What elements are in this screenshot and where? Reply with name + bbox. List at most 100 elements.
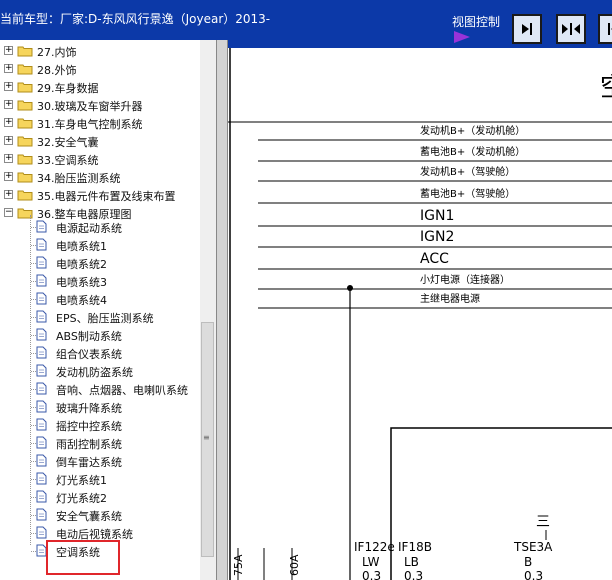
expand-icon[interactable]: + [4, 118, 13, 127]
folder-icon [17, 190, 33, 201]
tree-folder-item[interactable]: +27.内饰 [0, 42, 216, 60]
view-split-button[interactable] [556, 14, 586, 44]
tree-connector [31, 317, 36, 318]
tree-connector [31, 425, 36, 426]
folder-icon [17, 172, 33, 183]
document-icon [36, 454, 47, 467]
view-next-button[interactable] [512, 14, 542, 44]
ground-mark: 三 [536, 514, 550, 530]
fuse-value: LW [362, 555, 380, 569]
tree-connector [31, 353, 36, 354]
tree-folder-item[interactable]: +34.胎压监测系统 [0, 168, 216, 186]
tree-item-label: 27.内饰 [37, 46, 77, 59]
rail-label: ACC [420, 251, 449, 267]
tree-item-label: 29.车身数据 [37, 82, 99, 95]
tree-connector [31, 497, 36, 498]
tree-item-label: 电喷系统2 [56, 258, 107, 271]
tree-folder-item[interactable]: +28.外饰 [0, 60, 216, 78]
rail-label: 蓄电池B+（发动机舱） [420, 145, 525, 158]
tree-connector [31, 515, 36, 516]
arrow-left-bar-icon [608, 23, 612, 35]
rail-label: IGN1 [420, 208, 454, 224]
document-icon [36, 292, 47, 305]
tree-item-label: 电喷系统3 [56, 276, 107, 289]
tree-item-label: 玻璃升降系统 [56, 402, 122, 415]
tree-item-label: 雨刮控制系统 [56, 438, 122, 451]
expand-icon[interactable]: + [4, 46, 13, 55]
expand-icon[interactable]: + [4, 64, 13, 73]
tree-item-label: 30.玻璃及车窗举升器 [37, 100, 143, 113]
tree-item-label: 35.电器元件布置及线束布置 [37, 190, 176, 203]
tree-folder-item[interactable]: +32.安全气囊 [0, 132, 216, 150]
expand-icon[interactable]: + [4, 100, 13, 109]
folder-icon [17, 100, 33, 111]
tree-item-label: 电喷系统4 [56, 294, 107, 307]
tree-folder-item[interactable]: +35.电器元件布置及线束布置 [0, 186, 216, 204]
document-icon [36, 472, 47, 485]
tree-item-label: 31.车身电气控制系统 [37, 118, 143, 131]
tree-connector [31, 551, 36, 552]
tree-folder-item[interactable]: +29.车身数据 [0, 78, 216, 96]
fuse-value: B [524, 555, 532, 569]
tree-item-label: 摇控中控系统 [56, 420, 122, 433]
tree-item-label: 发动机防盗系统 [56, 366, 133, 379]
fuse-sub: 0.3 [524, 569, 543, 580]
folder-icon [17, 82, 33, 93]
rail-label: 发动机B+（驾驶舱） [420, 165, 515, 178]
tree-item-label: 32.安全气囊 [37, 136, 99, 149]
split-arrows-icon [562, 23, 580, 35]
tree-item-label: 灯光系统2 [56, 492, 107, 505]
fuse-value: LB [404, 555, 419, 569]
folder-icon [17, 46, 33, 57]
rail-label: 发动机B+（发动机舱） [420, 124, 525, 137]
expand-icon[interactable]: + [4, 136, 13, 145]
expand-icon[interactable]: + [4, 190, 13, 199]
fuse-label: 75A [232, 554, 245, 576]
tree-item-label: 34.胎压监测系统 [37, 172, 121, 185]
document-icon [36, 436, 47, 449]
view-prev-button[interactable] [598, 14, 612, 44]
tree-item-label: 倒车雷达系统 [56, 456, 122, 469]
tree-item-label: EPS、胎压监测系统 [56, 312, 154, 325]
diagram-title-char: 空 [600, 73, 612, 103]
tree-folder-item[interactable]: +30.玻璃及车窗举升器 [0, 96, 216, 114]
tree-connector [31, 263, 36, 264]
catalog-tree: +27.内饰 +28.外饰 +29.车身数据 +30.玻璃及车窗举升器 +31.车身电气… [0, 40, 216, 580]
tree-connector [31, 245, 36, 246]
tree-folder-item[interactable]: +31.车身电气控制系统 [0, 114, 216, 132]
fuse-name: IF18B [398, 540, 432, 554]
document-icon [36, 490, 47, 503]
expand-icon[interactable]: + [4, 82, 13, 91]
tree-folder-item[interactable]: +33.空调系统 [0, 150, 216, 168]
tree-connector [31, 479, 36, 480]
document-icon [36, 238, 47, 251]
tree-item-label: 组合仪表系统 [56, 348, 122, 361]
expand-icon[interactable]: + [4, 154, 13, 163]
view-control-label: 视图控制 [452, 15, 501, 29]
tree-guide-line [30, 215, 31, 545]
document-icon [36, 382, 47, 395]
rail-label: 主继电器电源 [420, 292, 480, 305]
tree-item-label: 音响、点烟器、电喇叭系统 [56, 384, 188, 397]
document-icon [36, 328, 47, 341]
pane-splitter[interactable] [216, 40, 228, 580]
folder-icon [17, 64, 33, 75]
tree-connector [31, 533, 36, 534]
collapse-icon[interactable]: − [4, 208, 13, 217]
expand-icon[interactable]: + [4, 172, 13, 181]
tree-connector [31, 227, 36, 228]
document-icon [36, 220, 47, 233]
selection-highlight [46, 540, 120, 575]
document-icon [36, 400, 47, 413]
tree-connector [31, 407, 36, 408]
rail-label: IGN2 [420, 229, 454, 245]
tree-connector [31, 461, 36, 462]
tree-connector [31, 443, 36, 444]
tree-connector [31, 335, 36, 336]
fuse-label: 60A [288, 554, 301, 576]
tree-item-label: 电喷系统1 [56, 240, 107, 253]
tree-item-label: 电源起动系统 [56, 222, 122, 235]
tree-item-label: ABS制动系统 [56, 330, 122, 343]
view-control-arrow-icon [454, 31, 470, 43]
tree-item-label: 33.空调系统 [37, 154, 99, 167]
